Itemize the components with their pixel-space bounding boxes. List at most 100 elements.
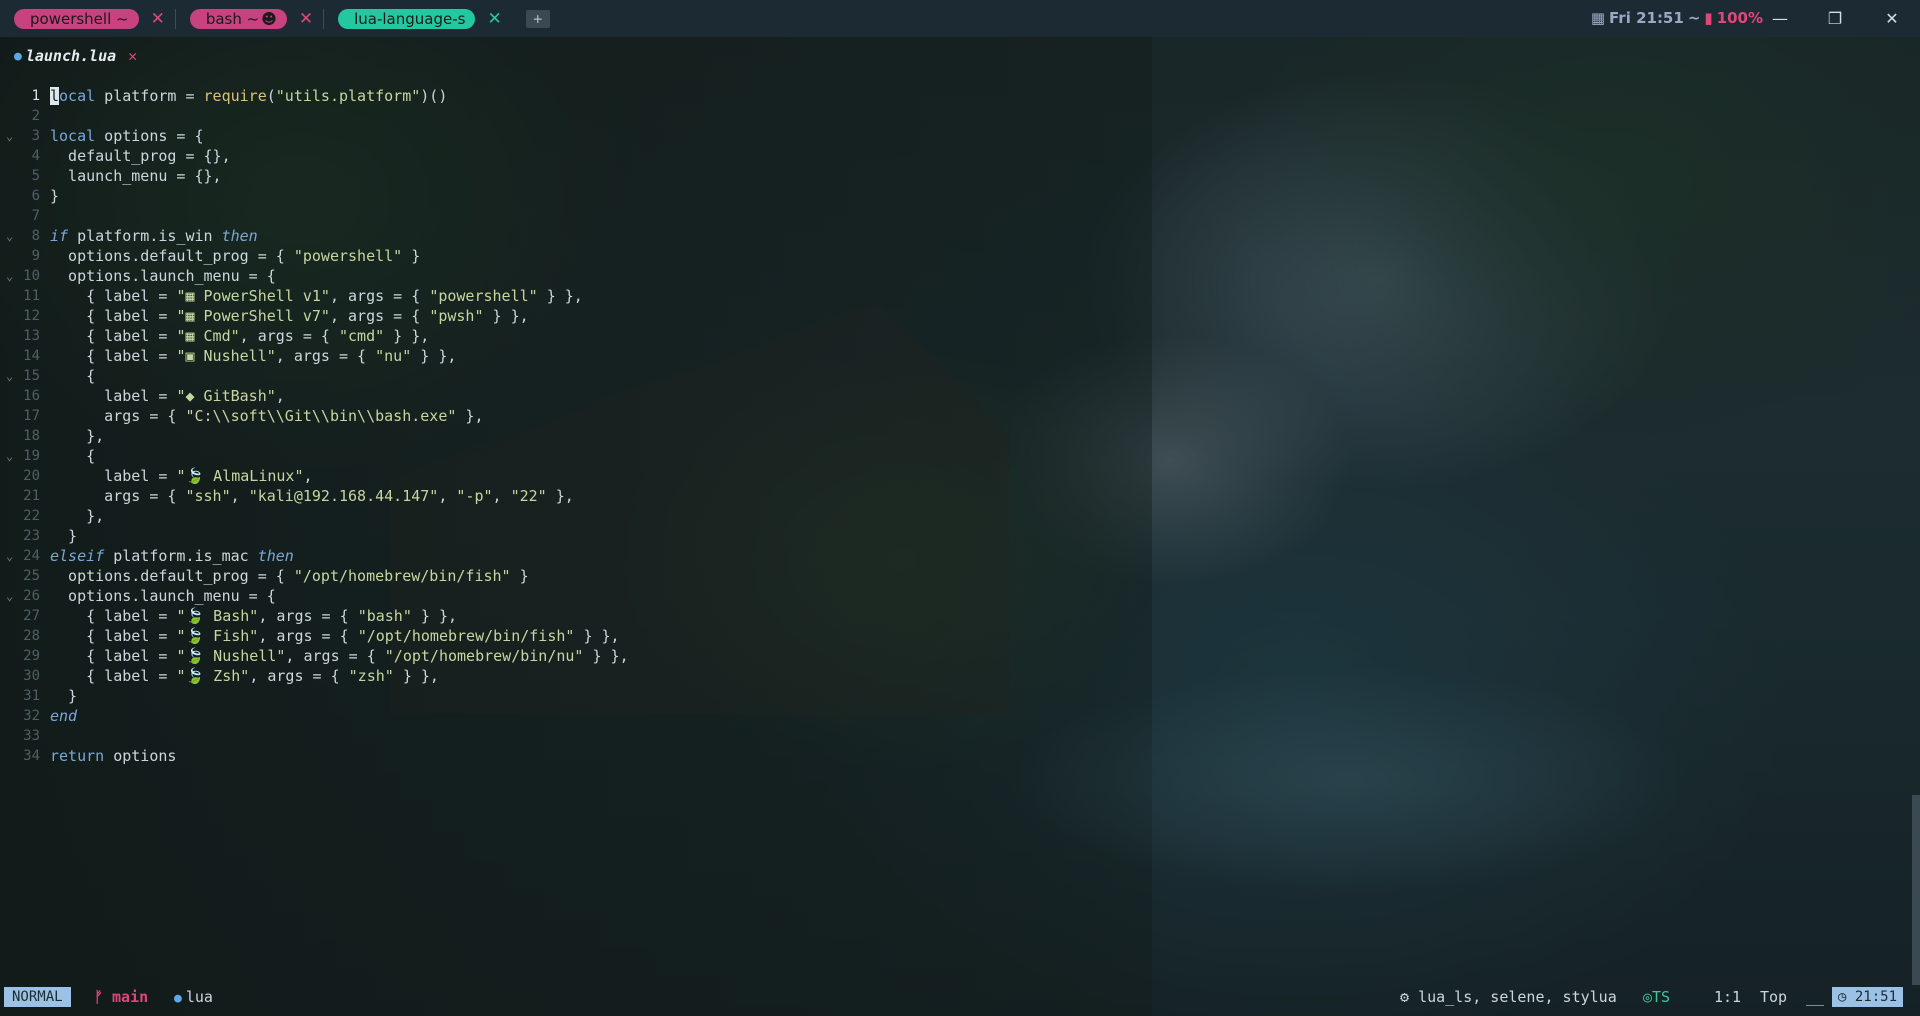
code-line[interactable]: 1 local platform = require("utils.platfor… — [0, 86, 1920, 106]
code-line[interactable]: 17 args = { "C:\\soft\\Git\\bin\\bash.ex… — [0, 406, 1920, 426]
code-text: label = "🍃 AlmaLinux", — [50, 467, 313, 485]
lsp-clients-label: lua_ls, selene, stylua — [1418, 988, 1617, 1006]
line-number: 21 — [23, 488, 40, 504]
code-text: { label = "▣ Nushell", args = { "nu" } }… — [50, 347, 457, 365]
statusline-clock-time: 21:51 — [1854, 989, 1898, 1005]
code-line[interactable]: 23 } — [0, 526, 1920, 546]
code-line[interactable]: ⌄ 10 options.launch_menu = { — [0, 266, 1920, 286]
line-number: 15 — [23, 368, 40, 384]
line-number: 11 — [23, 288, 40, 304]
date-time: Fri 21:51 — [1609, 9, 1684, 27]
tab-separator — [174, 8, 176, 29]
line-number: 6 — [31, 188, 40, 204]
tab-close-icon[interactable]: ✕ — [487, 9, 501, 29]
line-number: 28 — [23, 628, 40, 644]
code-line[interactable]: 31 } — [0, 686, 1920, 706]
emoji-icon: ☻ — [261, 9, 277, 28]
code-line[interactable]: 18 }, — [0, 426, 1920, 446]
code-line[interactable]: 29 { label = "🍃 Nushell", args = { "/opt… — [0, 646, 1920, 666]
line-number: 5 — [31, 168, 40, 184]
line-number: 1 — [31, 88, 40, 104]
code-text: label = "◆ GitBash", — [50, 387, 285, 405]
tab-label: bash ~ — [205, 9, 260, 28]
code-line[interactable]: 12 { label = "▦ PowerShell v7", args = {… — [0, 306, 1920, 326]
code-line[interactable]: 21 args = { "ssh", "kali@192.168.44.147"… — [0, 486, 1920, 506]
code-line[interactable]: 25 options.default_prog = { "/opt/homebr… — [0, 566, 1920, 586]
battery-icon: ▮ — [1704, 9, 1713, 27]
code-line[interactable]: 4 default_prog = {}, — [0, 146, 1920, 166]
code-line[interactable]: 13 { label = "▦ Cmd", args = { "cmd" } }… — [0, 326, 1920, 346]
line-number: 16 — [23, 388, 40, 404]
code-text: { label = "🍃 Fish", args = { "/opt/homeb… — [50, 627, 620, 645]
git-branch: ᚠ main — [94, 987, 148, 1007]
code-line[interactable]: ⌄ 19 { — [0, 446, 1920, 466]
code-line[interactable]: 34 return options — [0, 746, 1920, 766]
code-line[interactable]: ⌄ 26 options.launch_menu = { — [0, 586, 1920, 606]
line-number: 9 — [31, 248, 40, 264]
line-number: 23 — [23, 528, 40, 544]
code-line[interactable]: ⌄ 24 elseif platform.is_mac then — [0, 546, 1920, 566]
code-line[interactable]: 27 { label = "🍃 Bash", args = { "bash" }… — [0, 606, 1920, 626]
code-text: { label = "🍃 Bash", args = { "bash" } }, — [50, 607, 458, 625]
line-number: 12 — [23, 308, 40, 324]
tab-close-icon[interactable]: ✕ — [151, 9, 165, 29]
code-text: args = { "C:\\soft\\Git\\bin\\bash.exe" … — [50, 407, 484, 425]
code-text: args = { "ssh", "kali@192.168.44.147", "… — [50, 487, 574, 505]
system-status: ▦ Fri 21:51 ~ ▮ 100% — [1591, 9, 1763, 27]
code-text: default_prog = {}, — [50, 147, 231, 165]
code-line[interactable]: 7 — [0, 206, 1920, 226]
line-number: 7 — [31, 208, 40, 224]
code-text: { label = "▦ Cmd", args = { "cmd" } }, — [50, 327, 430, 345]
code-line[interactable]: ⌄ 15 { — [0, 366, 1920, 386]
buffer-tab-launch-lua[interactable]: ● launch.lua ✕ — [14, 47, 137, 65]
code-text: options.default_prog = { "powershell" } — [50, 247, 421, 265]
statusline: NORMAL ᚠ main ● lua ⚙ lua_ls, selene, sty… — [0, 984, 1920, 1010]
code-line[interactable]: 28 { label = "🍃 Fish", args = { "/opt/ho… — [0, 626, 1920, 646]
code-line[interactable]: 33 — [0, 726, 1920, 746]
code-line[interactable]: 16 label = "◆ GitBash", — [0, 386, 1920, 406]
buffer-close-icon[interactable]: ✕ — [128, 47, 137, 65]
code-line[interactable]: 9 options.default_prog = { "powershell" … — [0, 246, 1920, 266]
code-line[interactable]: ⌄ 3 local options = { — [0, 126, 1920, 146]
tab-powershell[interactable]: powershell ~ — [14, 8, 139, 29]
code-line[interactable]: 32 end — [0, 706, 1920, 726]
code-text: } — [50, 527, 78, 545]
code-line[interactable]: 5 launch_menu = {}, — [0, 166, 1920, 186]
treesitter-status: ◎TS — [1643, 987, 1670, 1007]
treesitter-label: TS — [1652, 988, 1671, 1006]
code-line[interactable]: 14 { label = "▣ Nushell", args = { "nu" … — [0, 346, 1920, 366]
lsp-clients: ⚙ lua_ls, selene, stylua — [1400, 987, 1617, 1007]
line-number: 8 — [31, 228, 40, 244]
line-number: 33 — [23, 728, 40, 744]
tab-separator — [323, 8, 325, 29]
tab-close-icon[interactable]: ✕ — [299, 9, 313, 29]
code-line[interactable]: 6} — [0, 186, 1920, 206]
buffer-tabline: ● launch.lua ✕ — [0, 37, 1920, 74]
code-text: { — [50, 447, 96, 465]
code-text: { label = "▦ PowerShell v7", args = { "p… — [50, 307, 529, 325]
pending-keys: __ — [1806, 988, 1825, 1006]
code-line[interactable]: 30 { label = "🍃 Zsh", args = { "zsh" } }… — [0, 666, 1920, 686]
tab-lua-language-server[interactable]: lua-language-s — [338, 8, 476, 29]
close-window-button[interactable]: ✕ — [1872, 6, 1912, 30]
code-text: { — [50, 367, 96, 385]
code-line[interactable]: 22 }, — [0, 506, 1920, 526]
code-line[interactable]: ⌄ 8 if platform.is_win then — [0, 226, 1920, 246]
buffer-name: launch.lua — [25, 47, 117, 65]
tab-bash[interactable]: bash ~ ☻ — [189, 8, 287, 29]
mode-indicator: NORMAL — [4, 987, 71, 1007]
line-number: 34 — [23, 748, 40, 764]
line-number: 25 — [23, 568, 40, 584]
code-line[interactable]: 11 { label = "▦ PowerShell v1", args = {… — [0, 286, 1920, 306]
minimize-button[interactable]: — — [1760, 6, 1800, 30]
line-number: 32 — [23, 708, 40, 724]
new-tab-button[interactable]: + — [525, 9, 550, 28]
code-text: { label = "🍃 Zsh", args = { "zsh" } }, — [50, 667, 439, 685]
code-text: if platform.is_win then — [50, 227, 258, 245]
maximize-button[interactable]: ❐ — [1815, 6, 1855, 30]
code-line[interactable]: 2 — [0, 106, 1920, 126]
line-number: 26 — [23, 588, 40, 604]
code-line[interactable]: 20 label = "🍃 AlmaLinux", — [0, 466, 1920, 486]
line-number: 14 — [23, 348, 40, 364]
editor-scrollbar[interactable] — [1912, 795, 1920, 985]
